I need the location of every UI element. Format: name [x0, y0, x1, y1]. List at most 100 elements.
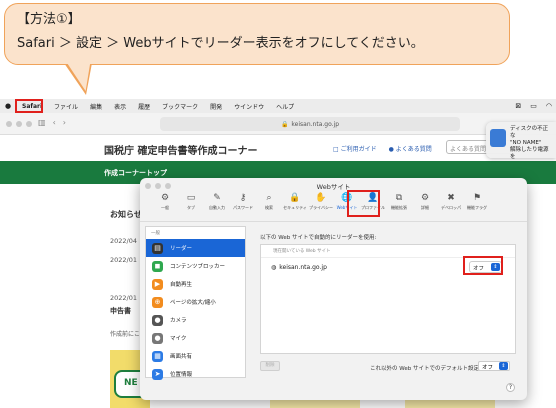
chevron-updown-icon: ⇕ [499, 362, 508, 370]
guide-link[interactable]: □ ご利用ガイド [333, 144, 377, 153]
shinkoku-heading: 申告書 [110, 307, 131, 315]
default-setting-label: これ以外の Web サイトでのデフォルト設定: [370, 366, 481, 372]
tab-search[interactable]: ⌕ 検索 [256, 192, 282, 221]
screenshot-stage: 【方法①】 Safari ＞ 設定 ＞ Webサイトでリーダー表示をオフにしてく… [0, 0, 556, 408]
screen-share-icon: ▦ [152, 350, 163, 362]
preferences-window: Webサイト ⚙ 一般 ▭ タブ ✎ 自動入力 ⚷ パスワード ⌕ 検索 🔒 セキュリティ … [140, 178, 527, 400]
tab-extensions[interactable]: ⧉ 機能拡張 [386, 192, 412, 221]
notif-line1: ディスクの不正な [510, 126, 549, 139]
tab-feature-flags[interactable]: ⚑ 機能フラグ [464, 192, 490, 221]
default-setting-select[interactable]: オフ ⇕ [478, 361, 510, 371]
prefs-title: Webサイト [316, 183, 351, 191]
notif-line2: "NO NAME" [510, 140, 542, 146]
menu-help[interactable]: ヘルプ [270, 102, 300, 111]
sidebar-header: 一般 [151, 231, 160, 236]
battery-icon[interactable]: ▭ [530, 102, 537, 110]
prefs-sidebar: 一般 ▤ リーダー ◼ コンテンツブロッカー ▶ 自動再生 ⊕ ページの拡大/縮小 ● カ… [145, 226, 246, 380]
sakusei-text: 作成前にこ [110, 331, 140, 338]
tab-security[interactable]: 🔒 セキュリティ [282, 192, 308, 221]
site-row-domain: keisan.nta.go.jp [279, 264, 327, 271]
lock-icon: 🔒 [289, 193, 301, 203]
site-header: 国税庁 確定申告書等作成コーナー □ ご利用ガイド ● よくある質問 よくある質… [0, 135, 556, 161]
menu-view[interactable]: 表示 [108, 102, 132, 111]
instruction-callout: 【方法①】 Safari ＞ 設定 ＞ Webサイトでリーダー表示をオフにしてく… [4, 3, 510, 65]
tab-tabs[interactable]: ▭ タブ [178, 192, 204, 221]
help-button[interactable]: ? [506, 383, 515, 392]
websites-tab-highlight [347, 190, 380, 217]
off-select-highlight [463, 256, 503, 275]
zoom-icon: ⊕ [152, 296, 163, 308]
globe-icon: ◍ [271, 264, 277, 271]
menu-develop[interactable]: 開発 [204, 102, 228, 111]
remove-button[interactable]: 削除 [260, 361, 280, 371]
tab-developer[interactable]: ✖ デベロッパ [438, 192, 464, 221]
sidebar-item-autoplay[interactable]: ▶ 自動再生 [146, 275, 245, 293]
forward-icon[interactable]: › [63, 118, 66, 127]
notif-line3: 解除したり電源を [510, 147, 549, 160]
site-row[interactable]: ◍ keisan.nta.go.jp [271, 264, 327, 271]
apple-menu-icon[interactable]: ● [0, 102, 16, 110]
tools-icon: ✖ [447, 193, 455, 203]
tab-privacy[interactable]: ✋ プライバシー [308, 192, 334, 221]
menu-history[interactable]: 履歴 [132, 102, 156, 111]
sidebar-icon[interactable]: ▥ [38, 118, 46, 127]
tab-general[interactable]: ⚙ 一般 [152, 192, 178, 221]
location-icon: ➤ [152, 368, 163, 380]
zoom-button[interactable] [26, 121, 32, 127]
menu-edit[interactable]: 編集 [84, 102, 108, 111]
tab-autofill[interactable]: ✎ 自動入力 [204, 192, 230, 221]
sidebar-item-reader[interactable]: ▤ リーダー [146, 239, 245, 257]
key-icon: ⚷ [239, 193, 247, 203]
safari-toolbar: ▥ ‹ › 🔒 keisan.nta.go.jp [0, 113, 556, 135]
play-icon: ▶ [152, 278, 163, 290]
faq-link[interactable]: ● よくある質問 [389, 144, 432, 153]
reader-icon: ▤ [152, 242, 163, 254]
sidebar-item-screen-sharing[interactable]: ▦ 画面共有 [146, 347, 245, 365]
menu-bar: ● Safari ファイル 編集 表示 履歴 ブックマーク 開発 ウインドウ ヘ… [0, 99, 556, 113]
news-date: 2022/04 [110, 237, 138, 245]
tab-passwords[interactable]: ⚷ パスワード [230, 192, 256, 221]
pencil-icon: ✎ [213, 193, 221, 203]
menu-window[interactable]: ウインドウ [228, 102, 270, 111]
sidebar-item-content-blockers[interactable]: ◼ コンテンツブロッカー [146, 257, 245, 275]
nav-top-link[interactable]: 作成コーナートップ [104, 168, 167, 178]
minimize-button[interactable] [16, 121, 22, 127]
sidebar-item-page-zoom[interactable]: ⊕ ページの拡大/縮小 [146, 293, 245, 311]
finder-icon [490, 129, 506, 147]
site-title: 国税庁 確定申告書等作成コーナー [104, 146, 258, 157]
gears-icon: ⚙ [420, 193, 430, 203]
content-blocker-icon: ◼ [152, 260, 163, 272]
hand-icon: ✋ [315, 193, 327, 203]
sidebar-item-microphone[interactable]: ● マイク [146, 329, 245, 347]
flag-icon: ⚑ [472, 193, 482, 203]
window-controls [6, 121, 32, 127]
sidebar-item-location[interactable]: ➤ 位置情報 [146, 365, 245, 383]
news-dates: 2022/04 2022/01 2022/01 [110, 232, 137, 308]
close-button[interactable] [6, 121, 12, 127]
menu-bookmarks[interactable]: ブックマーク [156, 102, 204, 111]
lock-icon: 🔒 [280, 120, 289, 128]
tabs-icon: ▭ [186, 193, 196, 203]
gear-icon: ⚙ [160, 193, 170, 203]
microphone-icon: ● [152, 332, 163, 344]
address-bar[interactable]: 🔒 keisan.nta.go.jp [160, 117, 460, 131]
menu-file[interactable]: ファイル [48, 102, 84, 111]
wifi-icon[interactable]: ◠ [546, 102, 552, 110]
address-text: keisan.nta.go.jp [291, 120, 340, 128]
news-heading: お知らせ [110, 210, 142, 219]
disk-notification[interactable]: ディスクの不正な "NO NAME" 解除したり電源を [486, 122, 556, 160]
callout-title: 【方法①】 [17, 12, 81, 27]
tab-advanced[interactable]: ⚙ 詳細 [412, 192, 438, 221]
callout-text: Safari ＞ 設定 ＞ Webサイトでリーダー表示をオフにしてください。 [17, 36, 424, 51]
panel-title: 以下の Web サイトで自動的にリーダーを使用: [260, 235, 377, 241]
app-status-icon[interactable]: ⊠ [515, 102, 521, 110]
back-icon[interactable]: ‹ [53, 118, 56, 127]
prefs-tabs: ⚙ 一般 ▭ タブ ✎ 自動入力 ⚷ パスワード ⌕ 検索 🔒 セキュリティ ✋ プライバシー… [140, 192, 527, 222]
status-icons: ⊠ ▭ ◠ [515, 99, 552, 113]
sidebar-item-camera[interactable]: ● カメラ [146, 311, 245, 329]
news-date: 2022/01 [110, 256, 138, 264]
search-icon: ⌕ [266, 193, 272, 203]
toolbar-icons: ▥ ‹ › [38, 118, 66, 127]
safari-menu-highlight [15, 99, 43, 113]
camera-icon: ● [152, 314, 163, 326]
